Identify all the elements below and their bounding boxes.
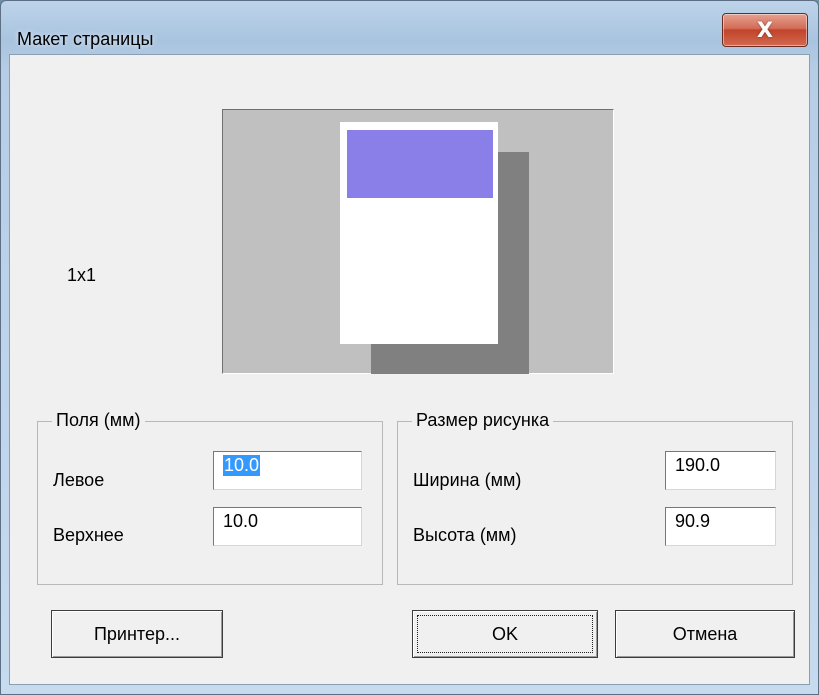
width-label: Ширина (мм) — [413, 470, 522, 490]
margins-groupbox: Поля (мм) Левое 10.0 Верхнее 10.0 — [37, 410, 383, 585]
width-input[interactable]: 190.0 — [665, 451, 776, 490]
title-bar[interactable]: Макет страницы X — [1, 1, 818, 53]
window-title: Макет страницы — [17, 29, 154, 49]
height-label: Высота (мм) — [413, 525, 517, 545]
top-margin-input[interactable]: 10.0 — [213, 507, 362, 546]
height-input[interactable]: 90.9 — [665, 507, 776, 546]
printer-button[interactable]: Принтер... — [51, 610, 223, 658]
close-icon: X — [756, 17, 774, 42]
ok-button-label: OK — [491, 623, 518, 644]
cancel-button[interactable]: Отмена — [615, 610, 795, 658]
print-area — [347, 130, 493, 198]
dialog-content: 1x1 Поля (мм) Левое 10.0 Верхнее 10.0 Ра… — [9, 54, 810, 685]
left-margin-label: Левое — [53, 470, 105, 490]
layout-label: 1x1 — [67, 265, 97, 285]
ok-button[interactable]: OK — [412, 610, 598, 658]
left-margin-input[interactable]: 10.0 — [213, 451, 362, 490]
page-layout-dialog: Макет страницы X 1x1 Поля (мм) Левое 10.… — [0, 0, 819, 695]
image-size-groupbox: Размер рисунка Ширина (мм) 190.0 Высота … — [397, 410, 793, 585]
top-margin-label: Верхнее — [53, 525, 124, 545]
margins-group-title: Поля (мм) — [52, 410, 145, 431]
image-size-group-title: Размер рисунка — [412, 410, 554, 431]
page-preview — [222, 109, 614, 374]
page-sheet — [340, 122, 498, 344]
left-margin-value: 10.0 — [223, 455, 261, 476]
close-button[interactable]: X — [722, 13, 808, 47]
